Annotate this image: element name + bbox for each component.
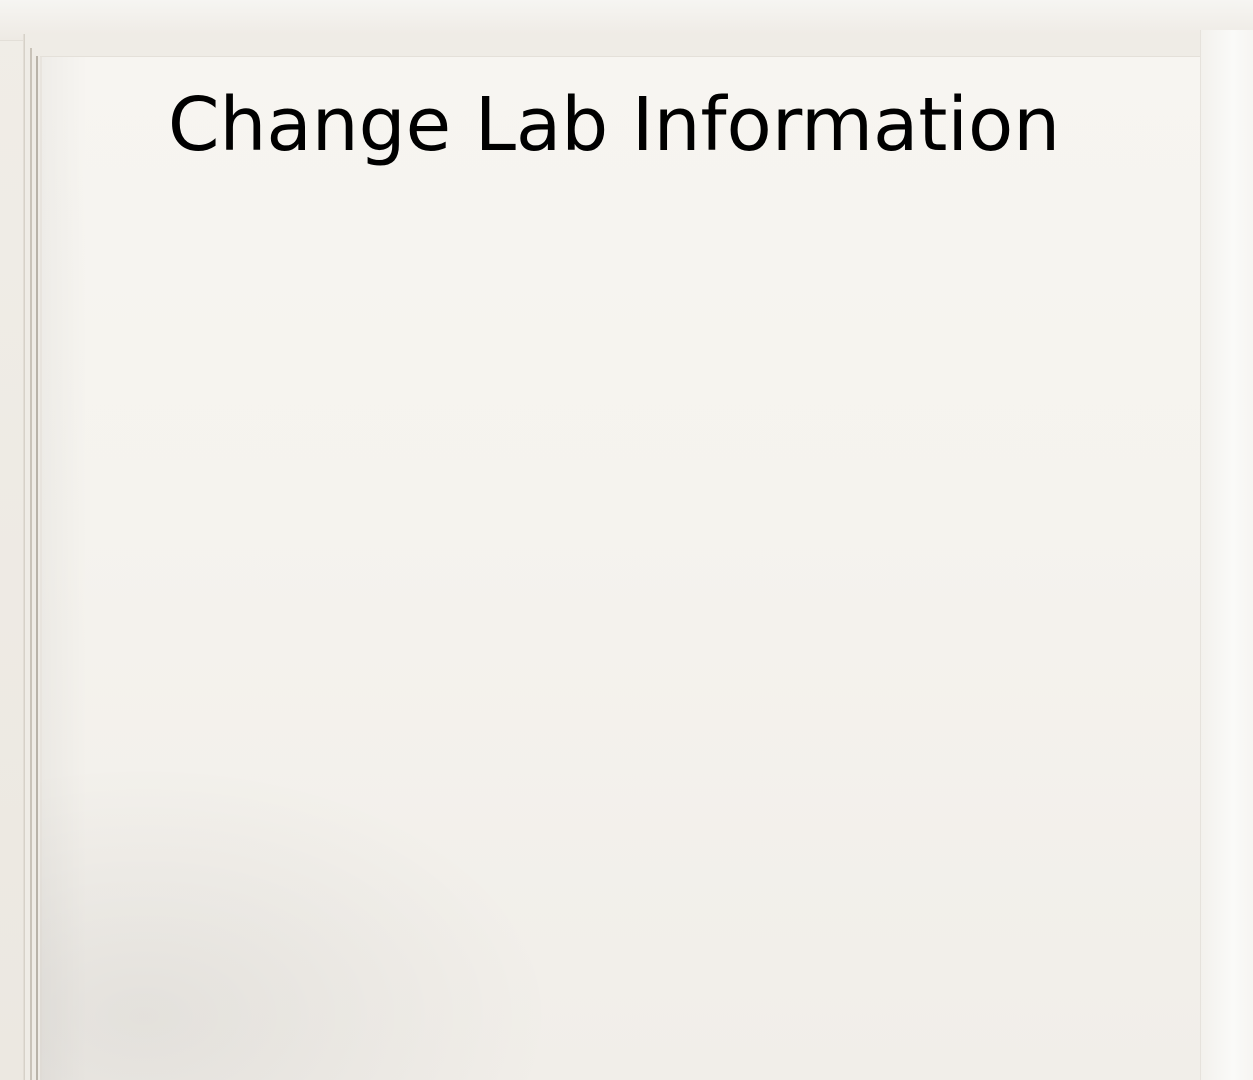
paper-shadow — [40, 760, 560, 1080]
newspaper-background: Change Lab Information — [0, 0, 1253, 1080]
paper-right-edge — [1200, 30, 1253, 1080]
paper-edge-line — [36, 56, 38, 1080]
page-title: Change Lab Information — [167, 82, 1061, 168]
paper-edge-line — [30, 48, 32, 1080]
